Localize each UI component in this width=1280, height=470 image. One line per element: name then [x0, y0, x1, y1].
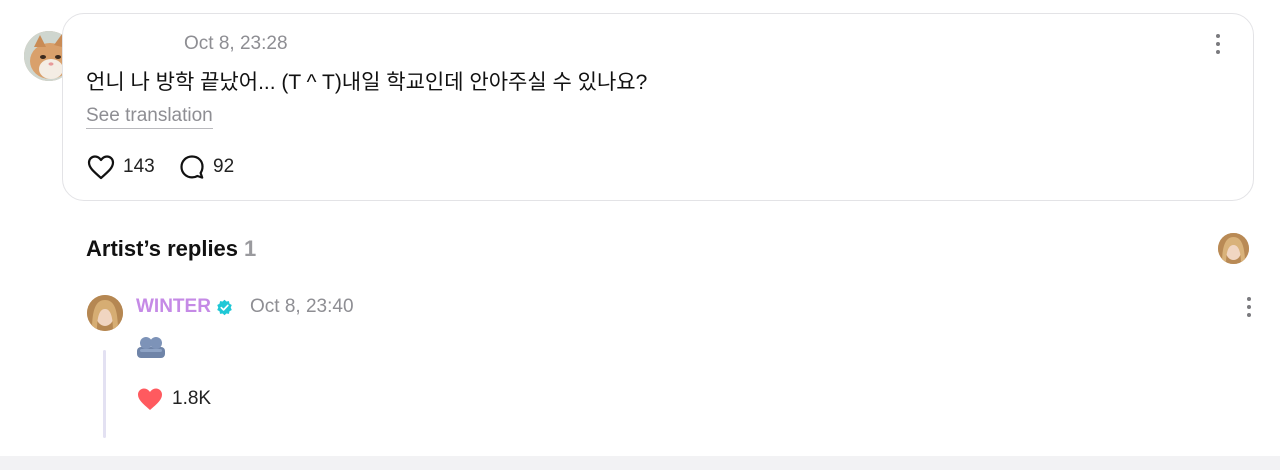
post-text: 언니 나 방학 끝났어... (T ^ T)내일 학교인데 안아주실 수 있나요… — [86, 71, 648, 94]
reply-like-button[interactable]: 1.8K — [136, 386, 211, 412]
comment-bubble-icon — [180, 155, 204, 179]
post-like-button[interactable]: 143 — [87, 154, 155, 180]
reply-timestamp: Oct 8, 23:40 — [250, 296, 354, 317]
reply-more-icon[interactable] — [1245, 297, 1253, 319]
artist-header-avatar[interactable] — [1218, 233, 1249, 264]
reply-author-avatar[interactable] — [87, 295, 123, 331]
sticker-icon — [137, 337, 165, 358]
post-comment-button[interactable]: 92 — [179, 154, 234, 180]
heart-outline-icon — [87, 155, 115, 180]
post-comment-count: 92 — [213, 156, 235, 177]
see-translation-link[interactable]: See translation — [86, 105, 213, 129]
artist-replies-count: 1 — [244, 236, 257, 261]
post-more-icon[interactable] — [1214, 34, 1222, 56]
reply-author[interactable]: WINTER — [136, 296, 233, 318]
artist-replies-heading: Artist’s replies 1 — [86, 236, 256, 262]
post-like-count: 143 — [123, 156, 155, 177]
artist-avatar-icon — [1218, 233, 1249, 264]
reply-like-count: 1.8K — [172, 388, 212, 409]
heart-filled-icon — [138, 388, 162, 410]
verified-badge-icon — [217, 299, 232, 315]
winter-avatar-icon — [87, 295, 123, 331]
artist-replies-title: Artist’s replies — [86, 236, 239, 261]
reply-author-name: WINTER — [136, 296, 211, 317]
bottom-divider-bar — [0, 456, 1280, 470]
thread-line — [103, 350, 106, 438]
post-timestamp: Oct 8, 23:28 — [184, 33, 288, 54]
